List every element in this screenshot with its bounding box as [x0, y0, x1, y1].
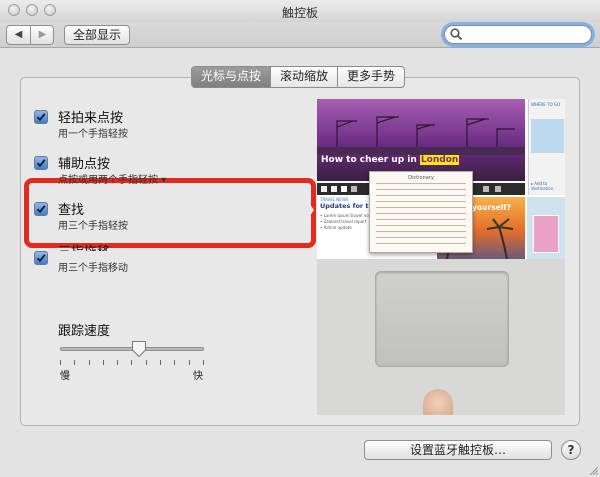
tab-bar: 光标与点按 滚动缩放 更多手势: [191, 66, 406, 88]
option-title: 查找: [58, 203, 85, 218]
forward-button[interactable]: ▶: [31, 26, 54, 44]
finger-illustration: [423, 389, 453, 415]
checkmark-icon: [36, 113, 46, 122]
preview-sidebar: WHERE TO GO ▸ Add to destination: [528, 99, 565, 195]
option-subtitle: 用一个手指轻按: [58, 129, 128, 140]
tab-more-gestures[interactable]: 更多手势: [337, 67, 404, 87]
resize-grip-icon[interactable]: [588, 465, 598, 475]
tab-scroll-and-zoom[interactable]: 滚动缩放: [270, 67, 337, 87]
option-subtitle: 用三个手指移动: [58, 263, 128, 274]
window-title: 触控板: [281, 6, 318, 20]
checkmark-icon: [36, 159, 46, 168]
slider-knob[interactable]: [131, 340, 147, 358]
preview-headline: How to cheer up in London: [321, 155, 460, 165]
preview-map: [531, 119, 564, 153]
cranes-illustration: [317, 116, 525, 155]
slider-ticks: [60, 360, 204, 366]
checkbox[interactable]: [34, 251, 48, 265]
help-button[interactable]: ?: [561, 440, 581, 460]
show-all-button[interactable]: 全部显示: [64, 25, 130, 45]
option-title: 三指拖移: [58, 241, 110, 251]
title-bar: 触控板: [0, 0, 600, 23]
selection-arrow: [300, 190, 314, 230]
option-subtitle-dropdown[interactable]: 点按或用两个手指轻按 ▾: [58, 171, 166, 186]
preview-screen: How to cheer up in London WHERE TO GO ▸ …: [317, 99, 565, 259]
checkmark-icon: [36, 205, 46, 214]
setup-bluetooth-trackpad-button[interactable]: 设置蓝牙触控板…: [364, 440, 552, 460]
checkbox[interactable]: [34, 202, 48, 216]
gesture-preview: How to cheer up in London WHERE TO GO ▸ …: [317, 99, 565, 415]
preview-banner-image: How to cheer up in London: [317, 99, 525, 181]
checkmark-icon: [36, 254, 46, 263]
option-title: 轻拍来点按: [58, 111, 124, 126]
nav-button-group: ◀ ▶: [6, 25, 54, 45]
search-icon: [450, 28, 463, 41]
preview-ad: [527, 197, 565, 259]
checkbox[interactable]: [34, 156, 48, 170]
option-subtitle: 用三个手指轻按: [58, 221, 128, 232]
tab-point-and-click[interactable]: 光标与点按: [192, 67, 271, 87]
dictionary-popover: Dictionary: [369, 171, 473, 253]
slow-label: 慢: [60, 371, 70, 382]
toolbar: ◀ ▶ 全部显示: [0, 22, 600, 48]
fast-label: 快: [193, 371, 203, 382]
trackpad-illustration: [375, 271, 509, 367]
checkbox[interactable]: [34, 110, 48, 124]
search-field[interactable]: [444, 25, 592, 44]
option-title: 辅助点按: [58, 157, 111, 172]
tracking-speed-label: 跟踪速度: [58, 324, 111, 339]
back-button[interactable]: ◀: [7, 26, 30, 44]
